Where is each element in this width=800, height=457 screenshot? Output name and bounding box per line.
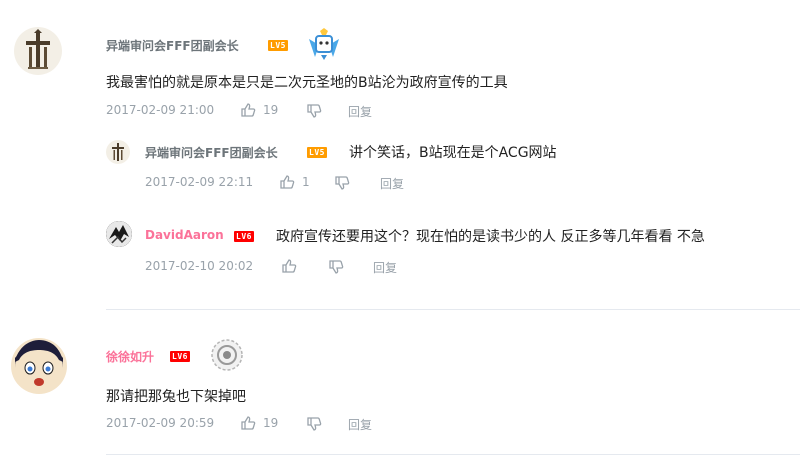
like-count: 1 <box>302 175 310 189</box>
reply-button[interactable]: 回复 <box>348 416 372 433</box>
avatar-pendant-icon <box>210 338 244 372</box>
thumbs-down-icon[interactable] <box>328 259 344 275</box>
thumbs-up-icon[interactable] <box>279 174 295 190</box>
level-badge: LV5 <box>307 147 327 158</box>
thumbs-down-icon[interactable] <box>334 175 350 191</box>
reply-text: 讲个笑话，B站现在是个ACG网站 <box>349 145 557 161</box>
reply-time: 2017-02-09 22:11 <box>145 175 254 189</box>
thumbs-down-icon[interactable] <box>306 103 322 119</box>
reply-time: 2017-02-10 20:02 <box>145 259 254 273</box>
reply-button[interactable]: 回复 <box>348 103 372 120</box>
level-badge: LV6 <box>170 351 190 362</box>
like-count: 19 <box>263 103 279 117</box>
fan-medal-icon <box>305 27 343 61</box>
level-badge: LV5 <box>268 40 288 51</box>
comment-text: 那请把那兔也下架掉吧 <box>106 389 246 405</box>
reply-text: 政府宣传还要用这个？现在怕的是读书少的人 反正多等几年看看 不急 <box>276 229 705 245</box>
comment-item: 徐徐如升 LV6 那请把那兔也下架掉吧 2017-02-09 20:59 19 … <box>0 310 800 457</box>
reply-avatar[interactable] <box>106 221 132 247</box>
comment-time: 2017-02-09 21:00 <box>106 103 215 117</box>
comment-text: 我最害怕的就是原本是只是二次元圣地的B站沦为政府宣传的工具 <box>106 75 508 91</box>
like-count: 19 <box>263 416 279 430</box>
thumbs-up-icon[interactable] <box>281 258 297 274</box>
user-avatar[interactable] <box>11 338 67 394</box>
reply-button[interactable]: 回复 <box>373 259 397 276</box>
thumbs-up-icon[interactable] <box>240 102 256 118</box>
level-badge: LV6 <box>234 231 254 242</box>
username[interactable]: 异端审问会FFF团副会长 <box>106 37 239 54</box>
reply-avatar[interactable] <box>106 140 130 164</box>
reply-username[interactable]: DavidAaron <box>145 228 224 242</box>
thumbs-down-icon[interactable] <box>306 416 322 432</box>
reply-button[interactable]: 回复 <box>380 175 404 192</box>
username[interactable]: 徐徐如升 <box>106 348 154 365</box>
reply-username[interactable]: 异端审问会FFF团副会长 <box>145 144 278 161</box>
user-avatar[interactable] <box>14 27 62 75</box>
comment-time: 2017-02-09 20:59 <box>106 416 215 430</box>
comment-item: 异端审问会FFF团副会长 LV5 我最害怕的就是原本是只是二次元圣地的B站沦为政… <box>0 0 800 310</box>
thumbs-up-icon[interactable] <box>240 415 256 431</box>
divider <box>106 454 800 455</box>
